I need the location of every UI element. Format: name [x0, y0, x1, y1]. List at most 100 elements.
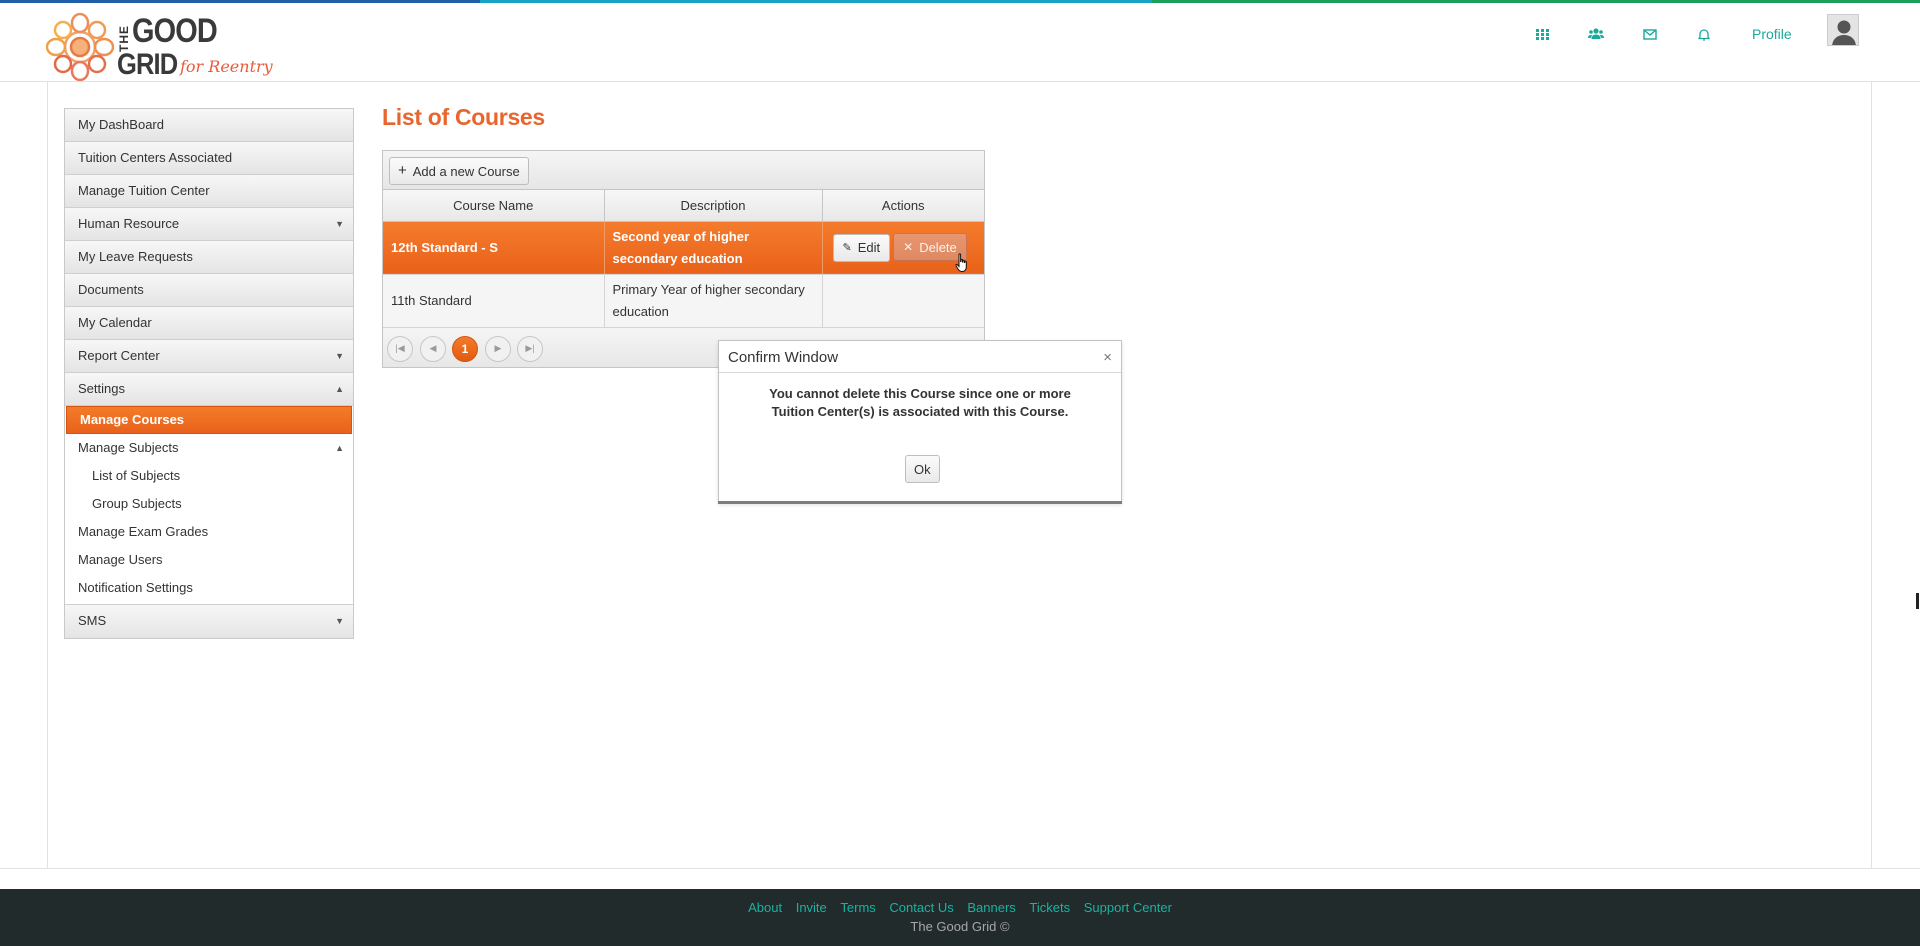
logo[interactable]: THE GOOD GRID for Reentry: [46, 11, 276, 85]
sidebar-item-label: Human Resource: [78, 216, 180, 231]
sidebar-item-label: Manage Subjects: [78, 440, 179, 455]
course-name-cell: 12th Standard - S: [383, 221, 605, 275]
sidebar-item-label: Tuition Centers Associated: [78, 150, 233, 165]
sidebar-item-label: Group Subjects: [92, 496, 182, 511]
plus-icon: +: [398, 162, 407, 179]
sidebar-item-label: Manage Tuition Center: [78, 183, 210, 198]
dialog-message-line-2: Tuition Center(s) is associated with thi…: [771, 404, 1069, 419]
footer-link-contact-us[interactable]: Contact Us: [889, 900, 953, 915]
courses-table: Course Name Description Actions 12th Sta…: [383, 190, 984, 328]
pencil-icon: ✎: [842, 242, 852, 255]
dialog-message-line-1: You cannot delete this Course since one …: [769, 386, 1071, 401]
sidebar-item-manage-users[interactable]: Manage Users: [65, 546, 353, 574]
bell-icon[interactable]: [1693, 23, 1715, 45]
dialog-message: You cannot delete this Course since one …: [719, 385, 1121, 421]
description-cell: Primary Year of higher secondary educati…: [604, 274, 823, 328]
profile-link[interactable]: Profile: [1752, 23, 1792, 45]
grid-toolbar: + Add a new Course: [383, 151, 984, 190]
app-header: THE GOOD GRID for Reentry Profile: [0, 3, 1920, 82]
ok-button[interactable]: Ok: [905, 455, 940, 483]
logo-tagline: for Reentry: [180, 57, 273, 76]
description-cell: Second year of higher secondary educatio…: [604, 221, 823, 275]
column-header-course-name[interactable]: Course Name: [383, 190, 605, 222]
sidebar-item-manage-courses[interactable]: Manage Courses: [66, 406, 352, 434]
sidebar-item-group-subjects[interactable]: Group Subjects: [65, 490, 353, 518]
collapse-arrow-icon: ▲: [335, 443, 344, 453]
delete-label: Delete: [919, 239, 957, 255]
sidebar-item-label: List of Subjects: [92, 468, 181, 483]
flower-logo-icon: [46, 13, 114, 81]
sidebar-item-sms[interactable]: SMS ▼: [65, 605, 353, 638]
settings-submenu: Manage Courses Manage Subjects ▲ List of …: [65, 406, 353, 605]
sidebar-item-label: Manage Exam Grades: [78, 524, 209, 539]
table-row[interactable]: 12th Standard - S Second year of higher …: [383, 221, 984, 275]
course-name-cell: 11th Standard: [383, 274, 605, 328]
hand-pointer-cursor-icon: [955, 253, 967, 272]
footer-link-about[interactable]: About: [748, 900, 782, 915]
first-page-icon[interactable]: |◀: [387, 335, 413, 362]
add-course-button[interactable]: + Add a new Course: [389, 157, 529, 185]
expand-arrow-icon: ▼: [335, 616, 344, 626]
dialog-header: Confirm Window ×: [719, 341, 1121, 373]
footer: About Invite Terms Contact Us Banners Ti…: [0, 889, 1920, 946]
sidebar-item-label: Report Center: [78, 348, 160, 363]
footer-link-banners[interactable]: Banners: [967, 900, 1015, 915]
footer-link-support-center[interactable]: Support Center: [1084, 900, 1172, 915]
column-header-actions: Actions: [822, 190, 984, 222]
footer-copyright: The Good Grid ©: [910, 919, 1010, 934]
expand-arrow-icon: ▼: [335, 219, 344, 229]
page-title: List of Courses: [382, 104, 545, 130]
footer-links: About Invite Terms Contact Us Banners Ti…: [0, 900, 1920, 915]
avatar[interactable]: [1827, 14, 1859, 46]
sidebar-item-label: My Calendar: [78, 315, 152, 330]
sidebar: My DashBoard Tuition Centers Associated …: [64, 108, 354, 639]
footer-link-terms[interactable]: Terms: [840, 900, 875, 915]
text-cursor-icon: [1916, 593, 1919, 609]
page-number-current[interactable]: 1: [452, 335, 478, 362]
add-course-label: Add a new Course: [412, 163, 520, 179]
sidebar-item-report-center[interactable]: Report Center ▼: [65, 340, 353, 373]
sidebar-item-label: Settings: [78, 381, 125, 396]
edit-button[interactable]: ✎ Edit: [832, 233, 891, 262]
sidebar-item-label: SMS: [78, 613, 107, 628]
close-icon[interactable]: ×: [1103, 341, 1112, 375]
sidebar-item-my-calendar[interactable]: My Calendar: [65, 307, 353, 340]
sidebar-item-label: My DashBoard: [78, 117, 164, 132]
sidebar-item-label: Manage Courses: [80, 412, 185, 427]
sidebar-item-list-of-subjects[interactable]: List of Subjects: [65, 462, 353, 490]
confirm-dialog: Confirm Window × You cannot delete this …: [718, 340, 1122, 504]
actions-cell: [822, 274, 984, 328]
sidebar-item-manage-subjects[interactable]: Manage Subjects ▲: [65, 434, 353, 462]
sidebar-item-settings[interactable]: Settings ▲: [65, 373, 353, 406]
collapse-arrow-icon: ▲: [335, 384, 344, 394]
courses-grid: + Add a new Course Course Name Descripti…: [382, 150, 985, 368]
edit-label: Edit: [857, 240, 881, 256]
sidebar-item-manage-exam-grades[interactable]: Manage Exam Grades: [65, 518, 353, 546]
footer-link-tickets[interactable]: Tickets: [1029, 900, 1070, 915]
sidebar-item-my-leave-requests[interactable]: My Leave Requests: [65, 241, 353, 274]
sidebar-item-label: Notification Settings: [78, 580, 193, 595]
sidebar-item-human-resource[interactable]: Human Resource ▼: [65, 208, 353, 241]
close-x-icon: ✕: [903, 240, 914, 255]
sidebar-item-dashboard[interactable]: My DashBoard: [65, 109, 353, 142]
sidebar-item-label: My Leave Requests: [78, 249, 193, 264]
mail-icon[interactable]: [1639, 23, 1661, 45]
prev-page-icon[interactable]: ◀: [420, 335, 446, 362]
next-page-icon[interactable]: ▶: [485, 335, 511, 362]
sidebar-item-label: Manage Users: [78, 552, 163, 567]
sidebar-item-label: Documents: [78, 282, 144, 297]
apps-grid-icon[interactable]: [1531, 23, 1553, 45]
logo-grid-text: GRID: [117, 48, 178, 81]
table-row[interactable]: 11th Standard Primary Year of higher sec…: [383, 274, 984, 328]
column-header-description[interactable]: Description: [604, 190, 823, 222]
footer-link-invite[interactable]: Invite: [796, 900, 827, 915]
expand-arrow-icon: ▼: [335, 351, 344, 361]
sidebar-item-tuition-centers-associated[interactable]: Tuition Centers Associated: [65, 142, 353, 175]
sidebar-item-manage-tuition-center[interactable]: Manage Tuition Center: [65, 175, 353, 208]
logo-good-text: GOOD: [132, 12, 218, 50]
people-icon[interactable]: [1585, 23, 1607, 45]
sidebar-item-documents[interactable]: Documents: [65, 274, 353, 307]
sidebar-item-notification-settings[interactable]: Notification Settings: [65, 574, 353, 602]
content-bottom-divider: [0, 868, 1920, 869]
last-page-icon[interactable]: ▶|: [517, 335, 543, 362]
